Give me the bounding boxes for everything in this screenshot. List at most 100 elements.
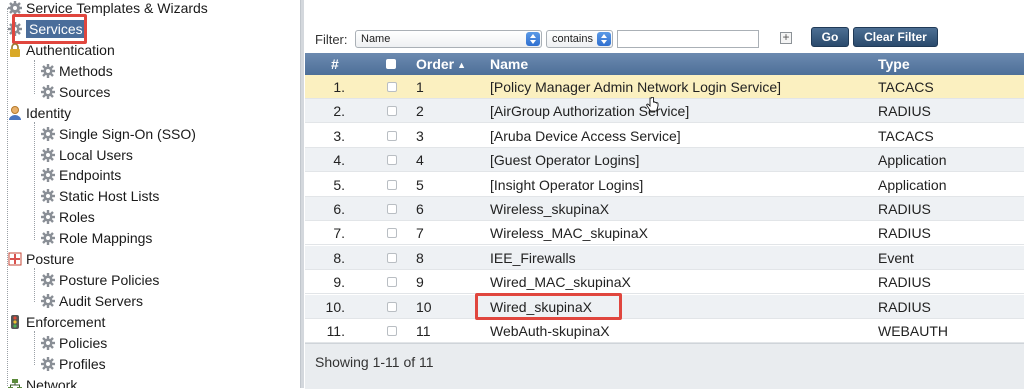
- nav-item-posture[interactable]: Posture: [7, 249, 74, 269]
- nav-item-static-host-lists[interactable]: Static Host Lists: [40, 186, 159, 206]
- row-number: 5.: [333, 176, 345, 193]
- nav-item-label: Role Mappings: [59, 230, 153, 246]
- gear-icon: [41, 357, 55, 371]
- gear-icon: [41, 294, 55, 308]
- row-service-name: [Guest Operator Logins]: [490, 152, 640, 169]
- tree-connector: [34, 60, 35, 94]
- nav-item-role-mappings[interactable]: Role Mappings: [40, 228, 152, 248]
- table-row[interactable]: 8. 8 IEE_Firewalls Event: [305, 245, 1024, 270]
- row-number: 3.: [333, 127, 345, 144]
- nav-item-network[interactable]: Network: [7, 375, 77, 388]
- row-type: TACACS: [878, 79, 934, 95]
- row-checkbox[interactable]: [387, 179, 397, 190]
- gear-icon: [41, 336, 55, 350]
- row-order: 10: [416, 298, 432, 315]
- row-checkbox[interactable]: [387, 252, 397, 263]
- row-checkbox[interactable]: [387, 106, 397, 117]
- gear-icon: [8, 22, 22, 36]
- table-row[interactable]: 10. 10 Wired_skupinaX RADIUS: [305, 294, 1024, 319]
- gear-icon: [41, 64, 55, 78]
- table-row[interactable]: 1. 1 [Policy Manager Admin Network Login S…: [305, 75, 1024, 99]
- table-row[interactable]: 9. 9 Wired_MAC_skupinaX RADIUS: [305, 270, 1024, 295]
- row-type: RADIUS: [878, 298, 931, 315]
- row-checkbox[interactable]: [387, 130, 397, 141]
- row-checkbox[interactable]: [387, 277, 397, 288]
- user-icon: [9, 106, 21, 120]
- nav-item-sources[interactable]: Sources: [40, 82, 110, 102]
- row-service-name: [Insight Operator Logins]: [490, 176, 644, 193]
- column-header-name[interactable]: Name: [490, 56, 528, 72]
- row-number: 1.: [333, 79, 345, 95]
- table-header: # Order ▲ Name Type: [305, 53, 1024, 75]
- nav-item-policies[interactable]: Policies: [40, 333, 107, 353]
- nav-item-label: Service Templates & Wizards: [26, 0, 208, 16]
- pane-splitter[interactable]: [300, 0, 304, 388]
- nav-item-label: Static Host Lists: [59, 188, 160, 204]
- table-row[interactable]: 11. 11 WebAuth-skupinaX WEBAUTH: [305, 319, 1024, 343]
- nav-item-methods[interactable]: Methods: [40, 61, 113, 81]
- select-arrows-icon: [526, 32, 540, 46]
- row-type: RADIUS: [878, 103, 931, 120]
- row-order: 5: [416, 176, 424, 193]
- nav-item-roles[interactable]: Roles: [40, 207, 95, 227]
- traffic-light-icon: [11, 315, 19, 329]
- tree-connector: [34, 122, 35, 240]
- row-checkbox[interactable]: [387, 228, 397, 239]
- row-type: RADIUS: [878, 274, 931, 291]
- nav-item-service-templates[interactable]: Service Templates & Wizards: [7, 0, 208, 18]
- table-row[interactable]: 6. 6 Wireless_skupinaX RADIUS: [305, 197, 1024, 221]
- filter-field-select[interactable]: Name: [355, 30, 542, 48]
- row-checkbox[interactable]: [387, 82, 397, 92]
- row-checkbox[interactable]: [387, 204, 397, 214]
- row-type: Application: [878, 152, 947, 169]
- nav-item-label: Audit Servers: [59, 293, 144, 309]
- row-checkbox[interactable]: [387, 155, 397, 166]
- nav-item-profiles[interactable]: Profiles: [40, 354, 106, 374]
- filter-label: Filter:: [315, 32, 348, 47]
- row-type: Application: [878, 176, 947, 193]
- nav-item-posture-policies[interactable]: Posture Policies: [40, 270, 159, 290]
- gear-icon: [41, 168, 55, 182]
- filter-bar: Filter: Name contains + Go Clear Filter: [305, 24, 1024, 54]
- add-filter-button[interactable]: +: [780, 31, 792, 44]
- nav-item-identity[interactable]: Identity: [7, 103, 71, 123]
- column-header-order[interactable]: Order ▲: [416, 56, 466, 72]
- nav-item-label: Sources: [59, 84, 111, 100]
- nav-item-enforcement[interactable]: Enforcement: [7, 312, 105, 332]
- go-button[interactable]: Go: [811, 27, 849, 47]
- row-checkbox[interactable]: [387, 326, 397, 336]
- nav-item-local-users[interactable]: Local Users: [40, 145, 133, 165]
- nav-item-services[interactable]: Services: [7, 19, 86, 39]
- row-service-name: [AirGroup Authorization Service]: [490, 103, 690, 120]
- filter-text-input[interactable]: [617, 30, 759, 48]
- row-number: 7.: [333, 225, 345, 242]
- filter-operator-select[interactable]: contains: [546, 30, 613, 48]
- row-type: Event: [878, 249, 914, 266]
- gear-icon: [41, 210, 55, 224]
- row-order: 8: [416, 249, 424, 266]
- row-checkbox[interactable]: [387, 301, 397, 312]
- row-type: RADIUS: [878, 201, 931, 217]
- row-order: 3: [416, 127, 424, 144]
- column-header-type[interactable]: Type: [878, 56, 910, 72]
- nav-item-audit-servers[interactable]: Audit Servers: [40, 291, 143, 311]
- table-row[interactable]: 3. 3 [Aruba Device Access Service] TACACS: [305, 123, 1024, 148]
- gear-icon: [8, 1, 22, 15]
- clear-filter-button[interactable]: Clear Filter: [853, 27, 938, 47]
- row-order: 7: [416, 225, 424, 242]
- hand-cursor-icon: [646, 97, 659, 112]
- network-icon: [8, 379, 22, 388]
- nav-item-authentication[interactable]: Authentication: [7, 40, 115, 60]
- table-row[interactable]: 5. 5 [Insight Operator Logins] Application: [305, 172, 1024, 197]
- column-header-num[interactable]: #: [331, 56, 339, 72]
- filter-operator-value: contains: [552, 33, 593, 45]
- nav-item-endpoints[interactable]: Endpoints: [40, 165, 121, 185]
- row-service-name: IEE_Firewalls: [490, 249, 576, 266]
- row-number: 10.: [325, 298, 345, 315]
- table-row[interactable]: 7. 7 Wireless_MAC_skupinaX RADIUS: [305, 221, 1024, 246]
- row-order: 2: [416, 103, 424, 120]
- select-all-checkbox[interactable]: [386, 59, 396, 69]
- table-row[interactable]: 2. 2 [AirGroup Authorization Service] RADIU…: [305, 99, 1024, 124]
- table-row[interactable]: 4. 4 [Guest Operator Logins] Application: [305, 148, 1024, 173]
- nav-item-sso[interactable]: Single Sign-On (SSO): [40, 124, 196, 144]
